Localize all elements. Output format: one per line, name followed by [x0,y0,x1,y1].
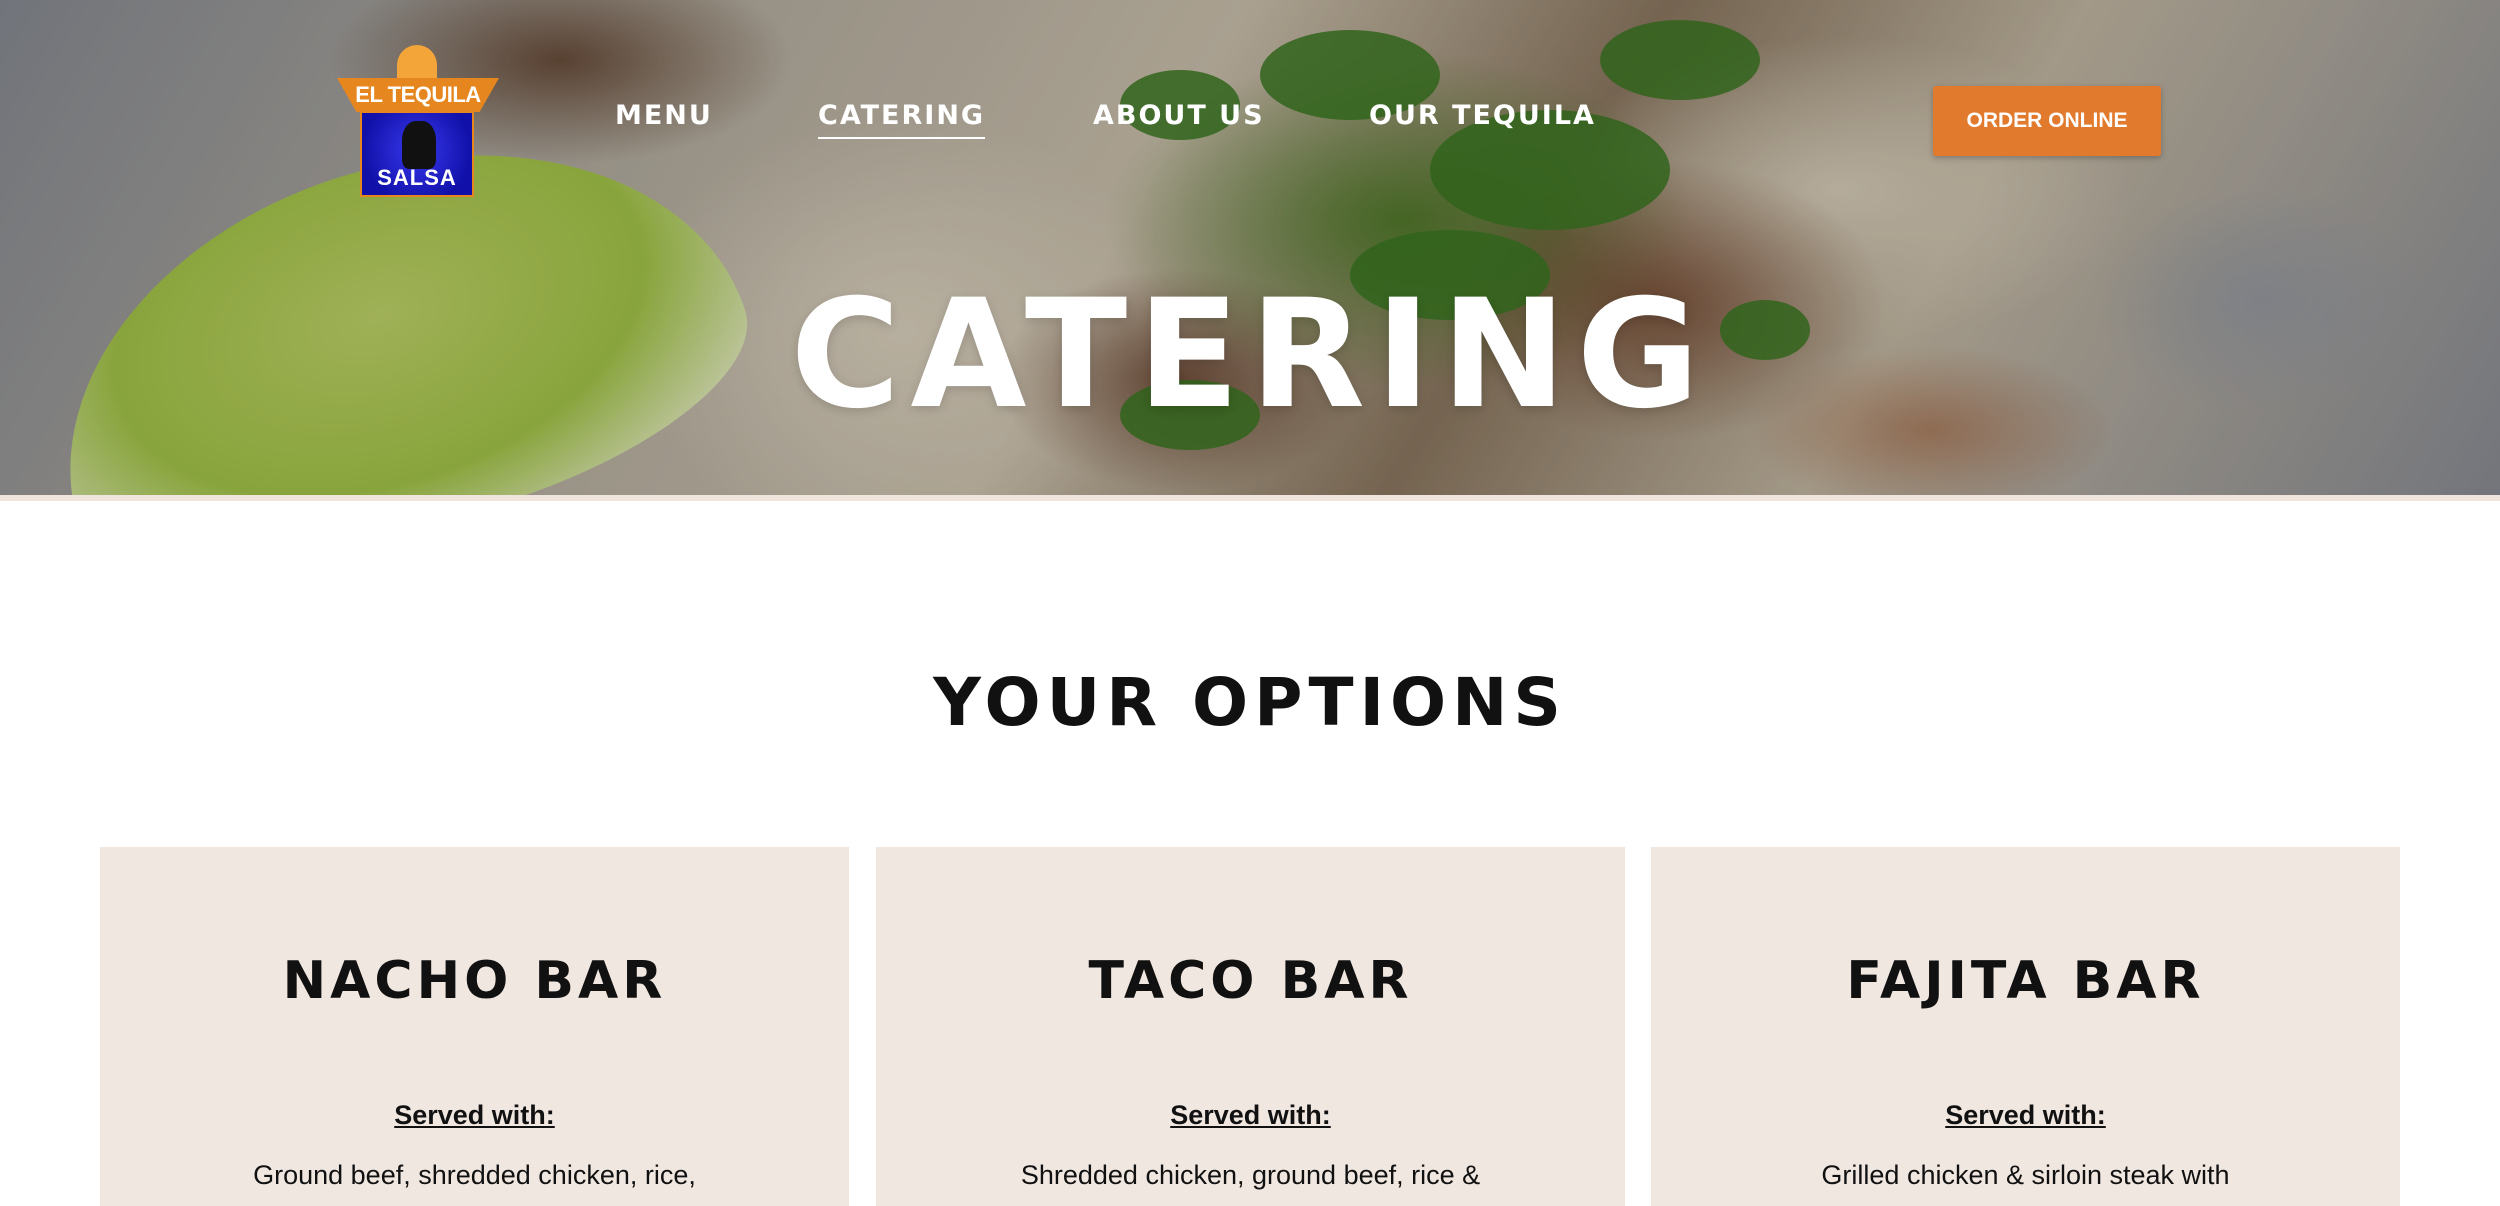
card-served-label: Served with: [1945,1100,2106,1130]
hero-divider [0,495,2500,501]
top-navigation: EL TEQUILA SALSA MENU CATERING ABOUT US … [0,0,2500,240]
option-card-fajita-bar: FAJITA BAR Served with: Grilled chicken … [1651,847,2400,1206]
nav-link-about-us[interactable]: ABOUT US [1093,100,1265,131]
card-description: Ground beef, shredded chicken, rice, [253,1160,696,1190]
nav-link-our-tequila[interactable]: OUR TEQUILA [1369,100,1596,131]
site-logo[interactable]: EL TEQUILA SALSA [337,45,499,197]
card-title: TACO BAR [1088,951,1413,1011]
card-served-label: Served with: [394,1100,555,1130]
card-description: Grilled chicken & sirloin steak with [1821,1160,2230,1190]
logo-bottom-text: SALSA [377,165,457,190]
card-title: FAJITA BAR [1846,951,2205,1011]
nav-link-menu[interactable]: MENU [615,100,713,131]
card-title: NACHO BAR [282,951,667,1011]
logo-top-text: EL TEQUILA [355,82,481,107]
logo-emblem: SALSA [360,111,474,197]
dancer-icon [402,121,436,169]
option-card-nacho-bar: NACHO BAR Served with: Ground beef, shre… [100,847,849,1206]
hero-title: CATERING [790,268,1710,442]
option-card-taco-bar: TACO BAR Served with: Shredded chicken, … [876,847,1625,1206]
hero-banner: EL TEQUILA SALSA MENU CATERING ABOUT US … [0,0,2500,495]
nav-link-catering[interactable]: CATERING [818,100,986,139]
card-description: Shredded chicken, ground beef, rice & [1020,1160,1481,1190]
card-served-label: Served with: [1170,1100,1331,1130]
order-online-button[interactable]: ORDER ONLINE [1933,86,2161,156]
section-title: YOUR OPTIONS [933,664,1567,741]
